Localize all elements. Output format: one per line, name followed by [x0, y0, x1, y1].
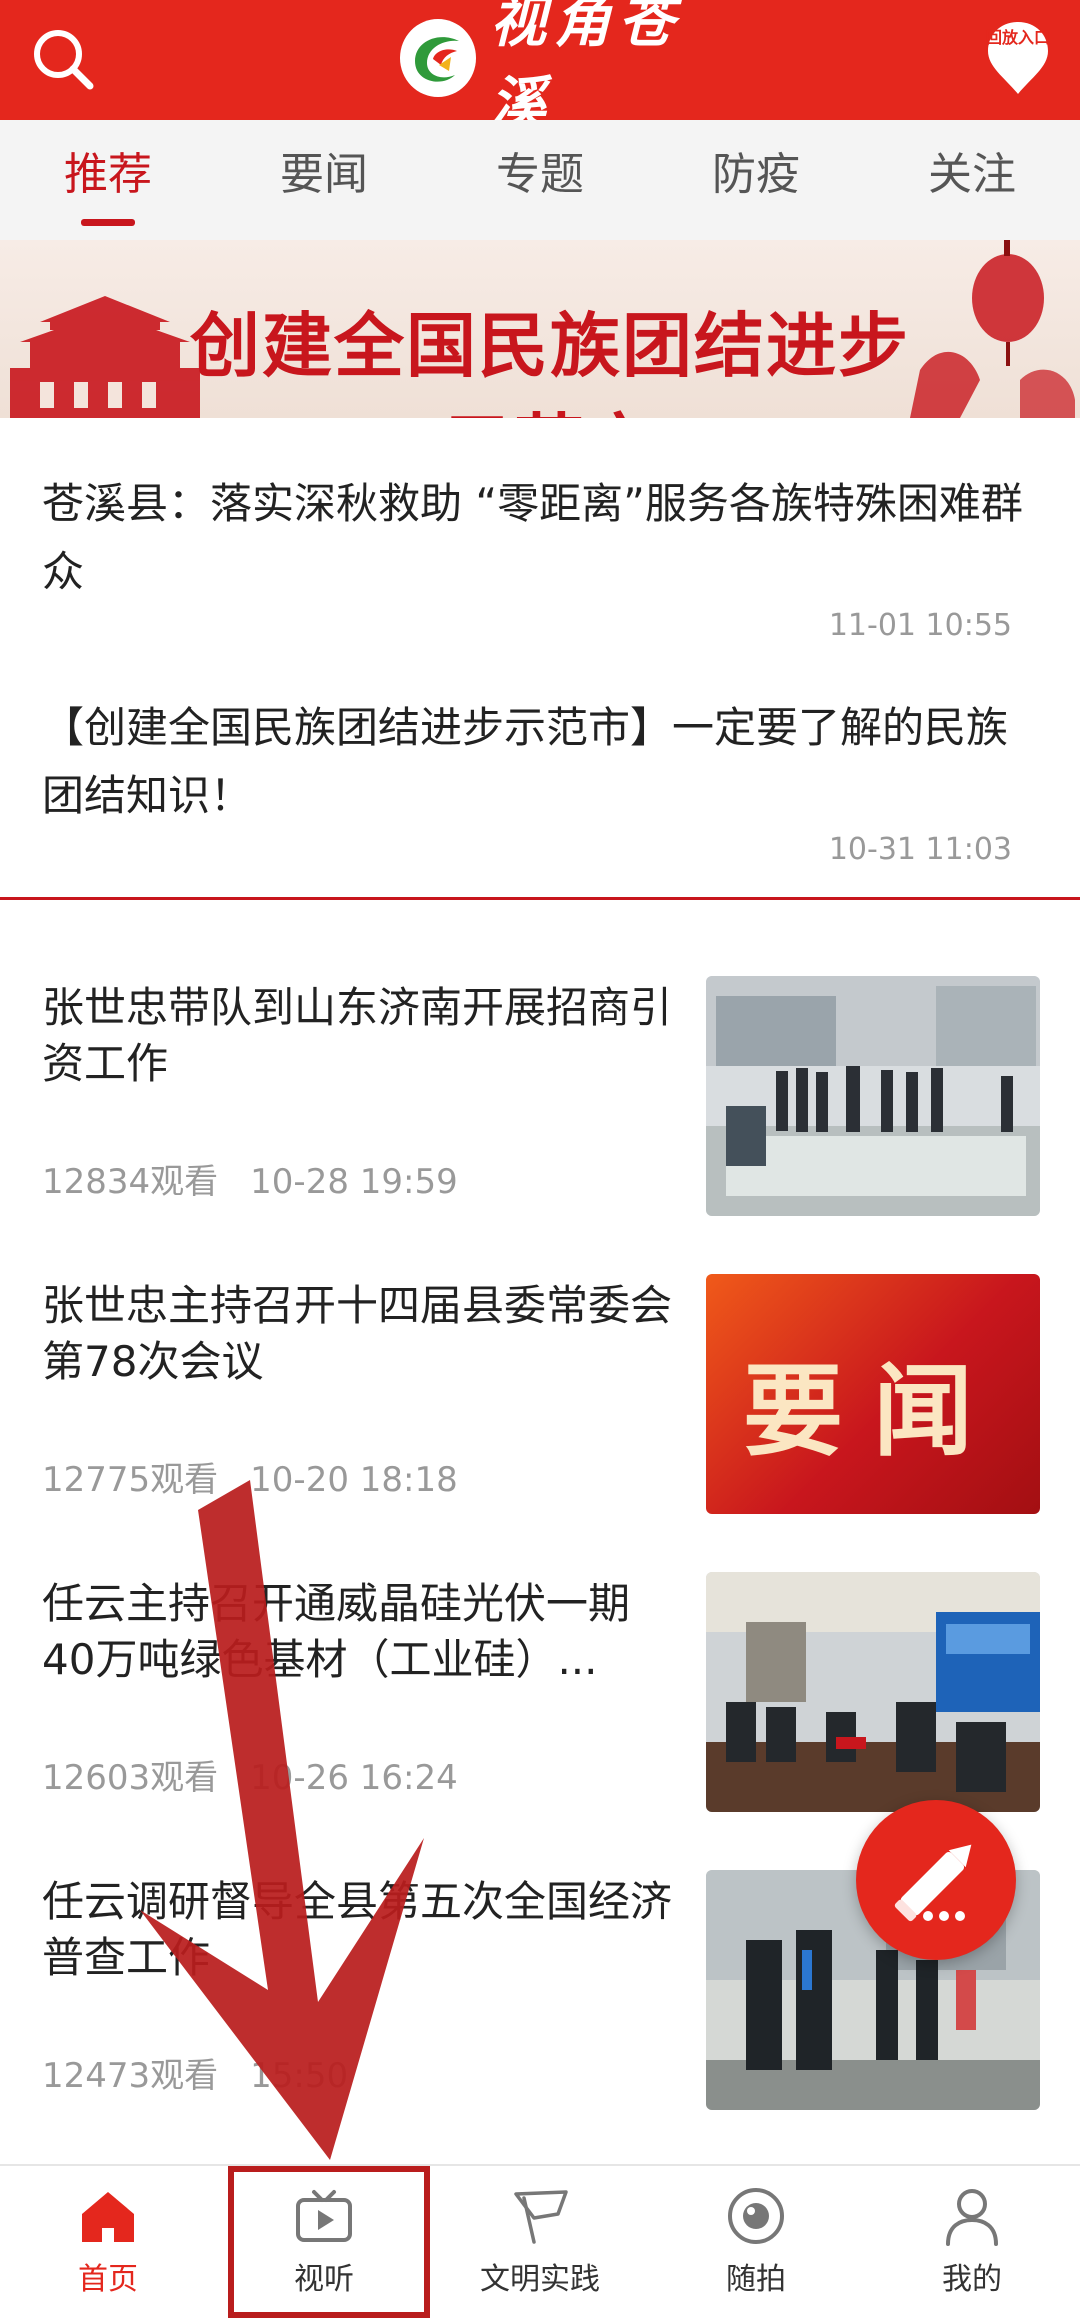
nav-civilization-practice-label: 文明实践 [480, 2262, 600, 2297]
nav-snapshot[interactable]: 随拍 [648, 2166, 864, 2312]
nav-profile[interactable]: 我的 [864, 2166, 1080, 2312]
nav-home[interactable]: 首页 [0, 2166, 216, 2312]
annotation-highlight-box [228, 2166, 430, 2318]
bottom-navigation: 首页 视听 文明实践 随拍 我的 [0, 2164, 1080, 2312]
nav-profile-label: 我的 [942, 2262, 1002, 2297]
user-icon [946, 2189, 998, 2246]
camera-lens-icon [728, 2188, 784, 2244]
nav-civilization-practice[interactable]: 文明实践 [432, 2166, 648, 2312]
flag-icon [514, 2190, 568, 2244]
home-icon [82, 2192, 134, 2242]
nav-home-label: 首页 [78, 2262, 138, 2297]
nav-snapshot-label: 随拍 [726, 2262, 786, 2297]
annotation-arrow [140, 1480, 424, 2160]
